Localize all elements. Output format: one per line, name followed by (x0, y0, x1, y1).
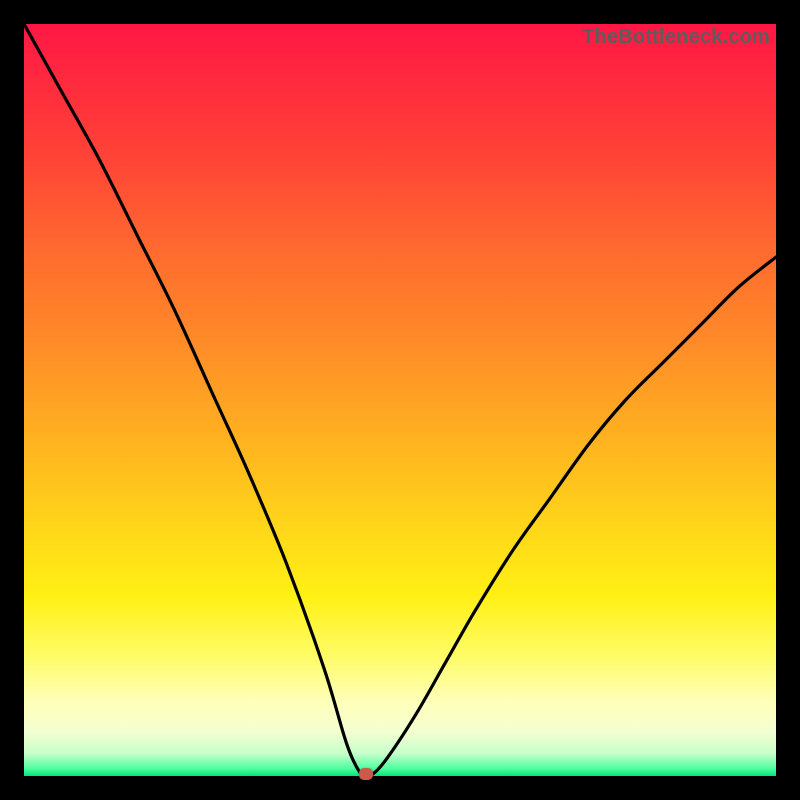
chart-frame: TheBottleneck.com (24, 24, 776, 776)
bottleneck-curve (24, 24, 776, 776)
optimal-point-marker (359, 768, 373, 780)
